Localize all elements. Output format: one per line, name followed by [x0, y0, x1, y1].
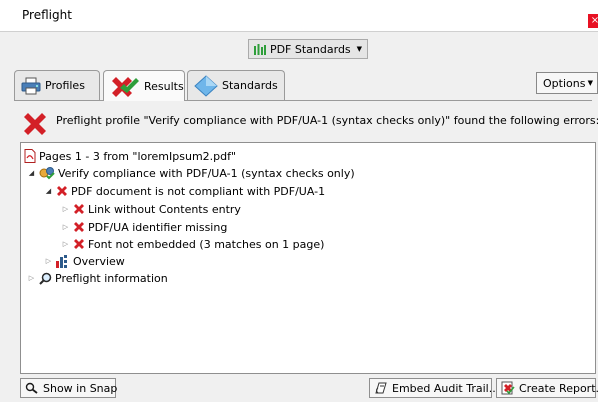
profile-icon: [39, 166, 55, 180]
collapsed-triangle-icon[interactable]: ▷: [27, 274, 36, 282]
show-in-snap-button[interactable]: Show in Snap: [20, 378, 118, 398]
pdf-standards-dropdown[interactable]: PDF Standards ▼: [248, 39, 368, 59]
tree-item-label: Verify compliance with PDF/UA-1 (syntax …: [58, 166, 355, 180]
printer-icon: [21, 77, 41, 95]
tab-standards[interactable]: Standards: [187, 70, 285, 100]
tab-profiles[interactable]: Profiles: [14, 70, 100, 100]
results-tree: Pages 1 - 3 from "loremIpsum2.pdf" ◢ Ver…: [20, 142, 596, 374]
tab-results-label: Results: [144, 79, 184, 93]
pdf-file-icon: [24, 149, 36, 163]
error-x-icon: [73, 221, 85, 233]
tree-item-label: Pages 1 - 3 from "loremIpsum2.pdf": [39, 149, 237, 163]
tree-item-error[interactable]: ▷ Link without Contents entry: [61, 201, 241, 217]
embed-audit-trail-button[interactable]: Embed Audit Trail...: [369, 378, 499, 398]
tree-item-error[interactable]: ▷ PDF/UA identifier missing: [61, 219, 228, 235]
summary-message: Preflight profile "Verify compliance wit…: [56, 114, 598, 127]
tab-standards-label: Standards: [222, 79, 278, 92]
audit-trail-icon: [374, 381, 388, 395]
error-x-icon: [73, 203, 85, 215]
close-button[interactable]: ×: [588, 14, 598, 28]
close-icon: ×: [590, 15, 598, 26]
show-in-snap-label: Show in Snap: [43, 381, 118, 395]
pdf-standards-label: PDF Standards: [269, 42, 351, 56]
create-report-button[interactable]: Create Report...: [496, 378, 598, 398]
options-dropdown[interactable]: Options ▼: [536, 72, 598, 94]
results-check-icon: [110, 75, 140, 97]
standards-bars-icon: [253, 43, 266, 55]
embed-audit-trail-label: Embed Audit Trail...: [392, 381, 500, 395]
expanded-triangle-icon[interactable]: ◢: [44, 187, 53, 195]
search-icon: [25, 382, 39, 394]
collapsed-triangle-icon[interactable]: ▷: [44, 257, 53, 265]
tree-item-file[interactable]: Pages 1 - 3 from "loremIpsum2.pdf": [24, 148, 236, 164]
chevron-down-icon: ▼: [356, 45, 363, 53]
title-bar: Preflight ×: [0, 0, 598, 32]
overview-chart-icon: [56, 254, 70, 268]
chevron-down-icon: ▼: [587, 79, 593, 87]
error-x-icon: [73, 238, 85, 250]
tree-item-label: Link without Contents entry: [88, 202, 241, 216]
diamond-icon: [194, 74, 218, 97]
create-report-label: Create Report...: [519, 381, 598, 395]
tree-item-error[interactable]: ▷ Font not embedded (3 matches on 1 page…: [61, 236, 325, 252]
tree-item-error-group[interactable]: ◢ PDF document is not compliant with PDF…: [44, 183, 325, 199]
options-label: Options: [543, 76, 586, 90]
tree-item-label: Font not embedded (3 matches on 1 page): [88, 237, 325, 251]
tree-item-label: Preflight information: [55, 271, 168, 285]
collapsed-triangle-icon[interactable]: ▷: [61, 223, 70, 231]
tree-item-label: PDF/UA identifier missing: [88, 220, 228, 234]
collapsed-triangle-icon[interactable]: ▷: [61, 205, 70, 213]
tree-item-label: PDF document is not compliant with PDF/U…: [71, 184, 326, 198]
tab-results[interactable]: Results: [103, 70, 185, 101]
expanded-triangle-icon[interactable]: ◢: [27, 169, 36, 177]
tab-profiles-label: Profiles: [45, 79, 85, 92]
collapsed-triangle-icon[interactable]: ▷: [61, 240, 70, 248]
tree-item-preflight-info[interactable]: ▷ Preflight information: [27, 270, 168, 286]
tree-item-overview[interactable]: ▷ Overview: [44, 253, 125, 269]
report-icon: [501, 381, 515, 395]
tree-item-label: Overview: [73, 254, 125, 268]
error-x-icon: [21, 110, 49, 138]
error-x-icon: [56, 185, 68, 197]
tab-strip-divider: [14, 100, 592, 101]
window-title: Preflight: [22, 8, 72, 22]
magnifier-icon: [39, 272, 52, 285]
tree-item-profile[interactable]: ◢ Verify compliance with PDF/UA-1 (synta…: [27, 165, 355, 181]
